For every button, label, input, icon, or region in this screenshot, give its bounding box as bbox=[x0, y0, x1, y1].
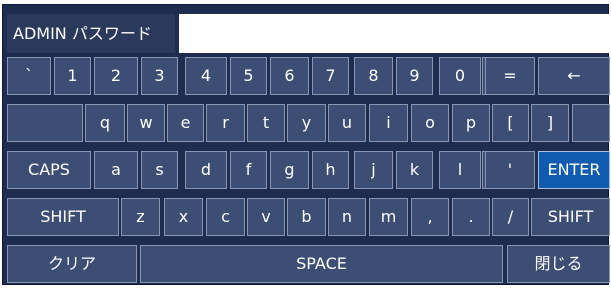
key-3[interactable]: 3 bbox=[141, 57, 178, 95]
space-key[interactable]: SPACE bbox=[140, 245, 503, 283]
key-e[interactable]: e bbox=[167, 104, 204, 142]
key-5[interactable]: 5 bbox=[230, 57, 267, 95]
key-b[interactable]: b bbox=[287, 198, 326, 236]
password-label: ADMIN パスワード bbox=[7, 14, 175, 53]
key-2[interactable]: 2 bbox=[94, 57, 138, 95]
key-9[interactable]: 9 bbox=[396, 57, 433, 95]
key-left-bracket[interactable]: [ bbox=[492, 104, 529, 142]
key-comma[interactable]: , bbox=[411, 198, 449, 236]
key-j[interactable]: j bbox=[354, 151, 393, 189]
key-o[interactable]: o bbox=[411, 104, 449, 142]
caps-key[interactable]: CAPS bbox=[7, 151, 91, 189]
keyboard-row4: SHIFT z x c v b n m,. / SHIFT bbox=[3, 198, 610, 236]
key-p[interactable]: p bbox=[452, 104, 490, 142]
key-y[interactable]: y bbox=[287, 104, 326, 142]
key-k[interactable]: k bbox=[396, 151, 433, 189]
key-l[interactable]: l bbox=[439, 151, 481, 189]
key-0[interactable]: 0 bbox=[439, 57, 481, 95]
keyboard-row1: `1234567890-=← bbox=[3, 57, 610, 95]
keyboard-row2: q w e r t y u i o p[] bbox=[3, 104, 610, 142]
key-6[interactable]: 6 bbox=[270, 57, 309, 95]
key-backtick[interactable]: ` bbox=[7, 57, 51, 95]
key-period[interactable]: . bbox=[452, 198, 490, 236]
key-n[interactable]: n bbox=[328, 198, 366, 236]
key-i[interactable]: i bbox=[369, 104, 408, 142]
key-8[interactable]: 8 bbox=[354, 57, 393, 95]
enter-key[interactable]: ENTER bbox=[538, 151, 610, 189]
password-input[interactable] bbox=[179, 14, 610, 53]
key-apostrophe[interactable]: ' bbox=[485, 151, 535, 189]
key-c[interactable]: c bbox=[206, 198, 245, 236]
clear-button[interactable]: クリア bbox=[7, 245, 137, 283]
key-z[interactable]: z bbox=[121, 198, 160, 236]
key-h[interactable]: h bbox=[312, 151, 349, 189]
key-x[interactable]: x bbox=[164, 198, 203, 236]
shift-right-key[interactable]: SHIFT bbox=[531, 198, 610, 236]
key-equals[interactable]: = bbox=[485, 57, 535, 95]
key-g[interactable]: g bbox=[270, 151, 309, 189]
keyboard-row3: CAPSasdfghjkl;'ENTER bbox=[3, 151, 610, 189]
key-f[interactable]: f bbox=[230, 151, 267, 189]
key-slash[interactable]: / bbox=[492, 198, 529, 236]
key-7[interactable]: 7 bbox=[312, 57, 349, 95]
password-keyboard-dialog: ADMIN パスワード `1234567890-=← qwertyuiop[] CA… bbox=[2, 4, 610, 285]
key-t[interactable]: t bbox=[247, 104, 285, 142]
key-m[interactable]: m bbox=[369, 198, 408, 236]
key-w[interactable]: w bbox=[127, 104, 165, 142]
key-r[interactable]: r bbox=[206, 104, 245, 142]
close-button[interactable]: 閉じる bbox=[507, 245, 610, 283]
key-backspace[interactable]: ← bbox=[538, 57, 610, 95]
key-q[interactable]: q bbox=[85, 104, 125, 142]
key-u[interactable]: u bbox=[328, 104, 366, 142]
key-1[interactable]: 1 bbox=[54, 57, 91, 95]
key-right-bracket[interactable]: ] bbox=[531, 104, 569, 142]
key-s[interactable]: s bbox=[141, 151, 178, 189]
keyboard-row5: クリア SPACE 閉じる bbox=[3, 245, 610, 283]
key-tab-blank[interactable] bbox=[7, 104, 83, 142]
key-4[interactable]: 4 bbox=[185, 57, 227, 95]
key-d[interactable]: d bbox=[185, 151, 227, 189]
key-a[interactable]: a bbox=[94, 151, 138, 189]
key-v[interactable]: v bbox=[247, 198, 285, 236]
key-blank-right[interactable] bbox=[572, 104, 610, 142]
shift-left-key[interactable]: SHIFT bbox=[7, 198, 119, 236]
